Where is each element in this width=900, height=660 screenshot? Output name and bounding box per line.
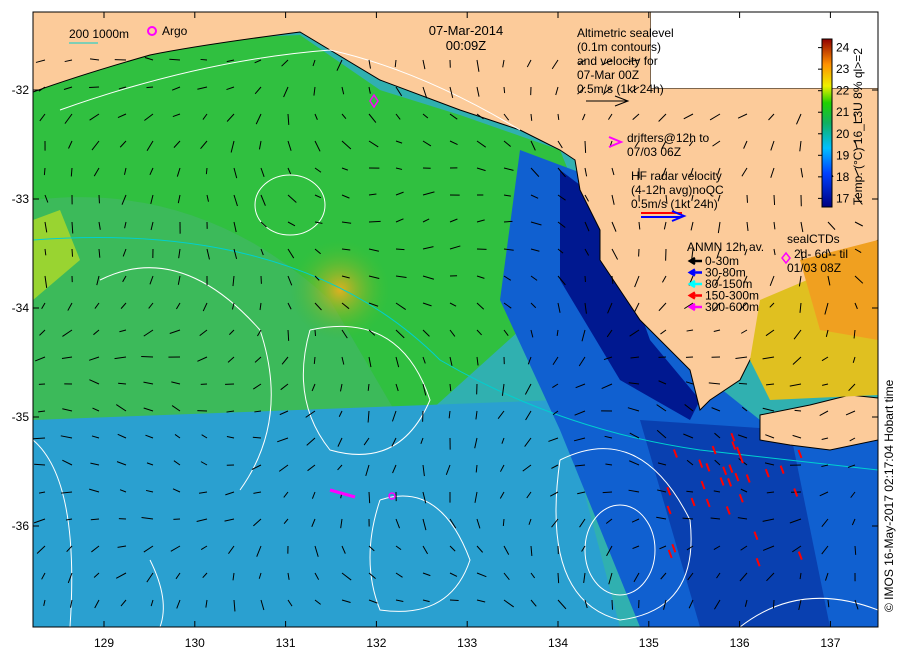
- velocity-arrow: [395, 248, 405, 251]
- credit: © IMOS 16-May-2017 02:17:04 Hobart time: [882, 379, 896, 612]
- colorbar-tick: 22: [836, 84, 850, 98]
- lat-tick-label: -32: [12, 83, 30, 97]
- velocity-arrow: [118, 382, 127, 385]
- argo-legend-label: Argo: [162, 24, 188, 38]
- lon-tick-label: 129: [94, 636, 114, 650]
- velocity-arrow: [772, 599, 775, 609]
- isobath-legend: 200 1000m: [69, 27, 129, 41]
- lon-tick-label: 132: [366, 636, 386, 650]
- velocity-arrow: [368, 491, 371, 504]
- velocity-arrow: [43, 167, 46, 176]
- velocity-arrow: [146, 86, 154, 89]
- svg-text:and velocity for: and velocity for: [577, 54, 658, 68]
- lon-tick-label: 131: [276, 636, 296, 650]
- lon-tick-label: 134: [548, 636, 568, 650]
- lon-tick-label: 137: [820, 636, 840, 650]
- velocity-arrow: [557, 572, 560, 584]
- svg-text:(4-12h avg)noQC: (4-12h avg)noQC: [631, 183, 724, 197]
- velocity-arrow: [502, 518, 505, 527]
- velocity-arrow: [503, 86, 506, 94]
- velocity-arrow: [34, 463, 46, 466]
- colorbar-tick: 23: [836, 62, 850, 76]
- anmn-legend-label: 300-600m: [705, 300, 759, 314]
- velocity-arrow: [314, 329, 317, 337]
- velocity-arrow: [287, 329, 290, 341]
- svg-text:HF radar velocity: HF radar velocity: [631, 169, 722, 183]
- svg-text:0.5m/s (1kt 24h): 0.5m/s (1kt 24h): [577, 82, 664, 96]
- velocity-arrow: [584, 140, 587, 153]
- velocity-arrow: [252, 436, 262, 439]
- colorbar-tick: 20: [836, 127, 850, 141]
- svg-text:Altimetric sealevel: Altimetric sealevel: [577, 26, 674, 40]
- svg-text:07-Mar 00Z: 07-Mar 00Z: [577, 68, 639, 82]
- velocity-arrow: [854, 545, 857, 555]
- velocity-arrow: [205, 167, 208, 175]
- colorbar-tick: 18: [836, 170, 850, 184]
- lon-tick-label: 130: [185, 636, 205, 650]
- velocity-arrow: [794, 409, 802, 412]
- lon-tick-label: 136: [730, 636, 750, 650]
- velocity-arrow: [611, 599, 614, 610]
- svg-text:drifters@12h to: drifters@12h to: [627, 131, 710, 145]
- velocity-arrow: [738, 382, 748, 385]
- svg-text:2d- 6d-- til: 2d- 6d-- til: [794, 247, 848, 261]
- sst-map: 129 130 131 132 133 134 135 136 137 -32 -33 -34 -35 -…: [12, 11, 896, 650]
- velocity-arrow: [71, 248, 74, 257]
- colorbar-tick: 19: [836, 148, 850, 162]
- svg-text:ANMN 12h av.: ANMN 12h av.: [687, 240, 764, 254]
- colorbar-tick: 17: [836, 191, 850, 205]
- colorbar-label: Temp. (°C) 16_L3U 8% ql>=2: [851, 48, 865, 205]
- svg-text:0.5m/s (1kt 24h): 0.5m/s (1kt 24h): [631, 197, 718, 211]
- colorbar-tick: 24: [836, 41, 850, 55]
- velocity-arrow: [313, 356, 316, 364]
- velocity-arrow: [449, 599, 459, 602]
- map-time: 00:09Z: [446, 38, 487, 53]
- velocity-arrow: [200, 58, 208, 61]
- colorbar-tick: 21: [836, 105, 850, 119]
- svg-text:(0.1m contours): (0.1m contours): [577, 40, 661, 54]
- svg-text:07/03 06Z: 07/03 06Z: [627, 145, 681, 159]
- lon-tick-label: 135: [639, 636, 659, 650]
- lat-tick-label: -34: [12, 301, 30, 315]
- velocity-arrow: [141, 355, 154, 358]
- lon-tick-label: 133: [457, 636, 477, 650]
- velocity-arrow: [602, 491, 613, 494]
- velocity-arrow: [90, 518, 100, 521]
- lat-tick-label: -35: [12, 410, 30, 424]
- svg-text:01/03 08Z: 01/03 08Z: [787, 261, 841, 275]
- velocity-arrow: [70, 167, 73, 177]
- velocity-arrow: [773, 194, 776, 206]
- velocity-arrow: [368, 220, 381, 223]
- map-date: 07-Mar-2014: [429, 23, 503, 38]
- lat-tick-label: -33: [12, 192, 30, 206]
- lat-tick-label: -36: [12, 519, 30, 533]
- velocity-arrow: [169, 58, 181, 61]
- velocity-arrow: [503, 220, 513, 223]
- svg-text:sealCTDs: sealCTDs: [787, 232, 840, 246]
